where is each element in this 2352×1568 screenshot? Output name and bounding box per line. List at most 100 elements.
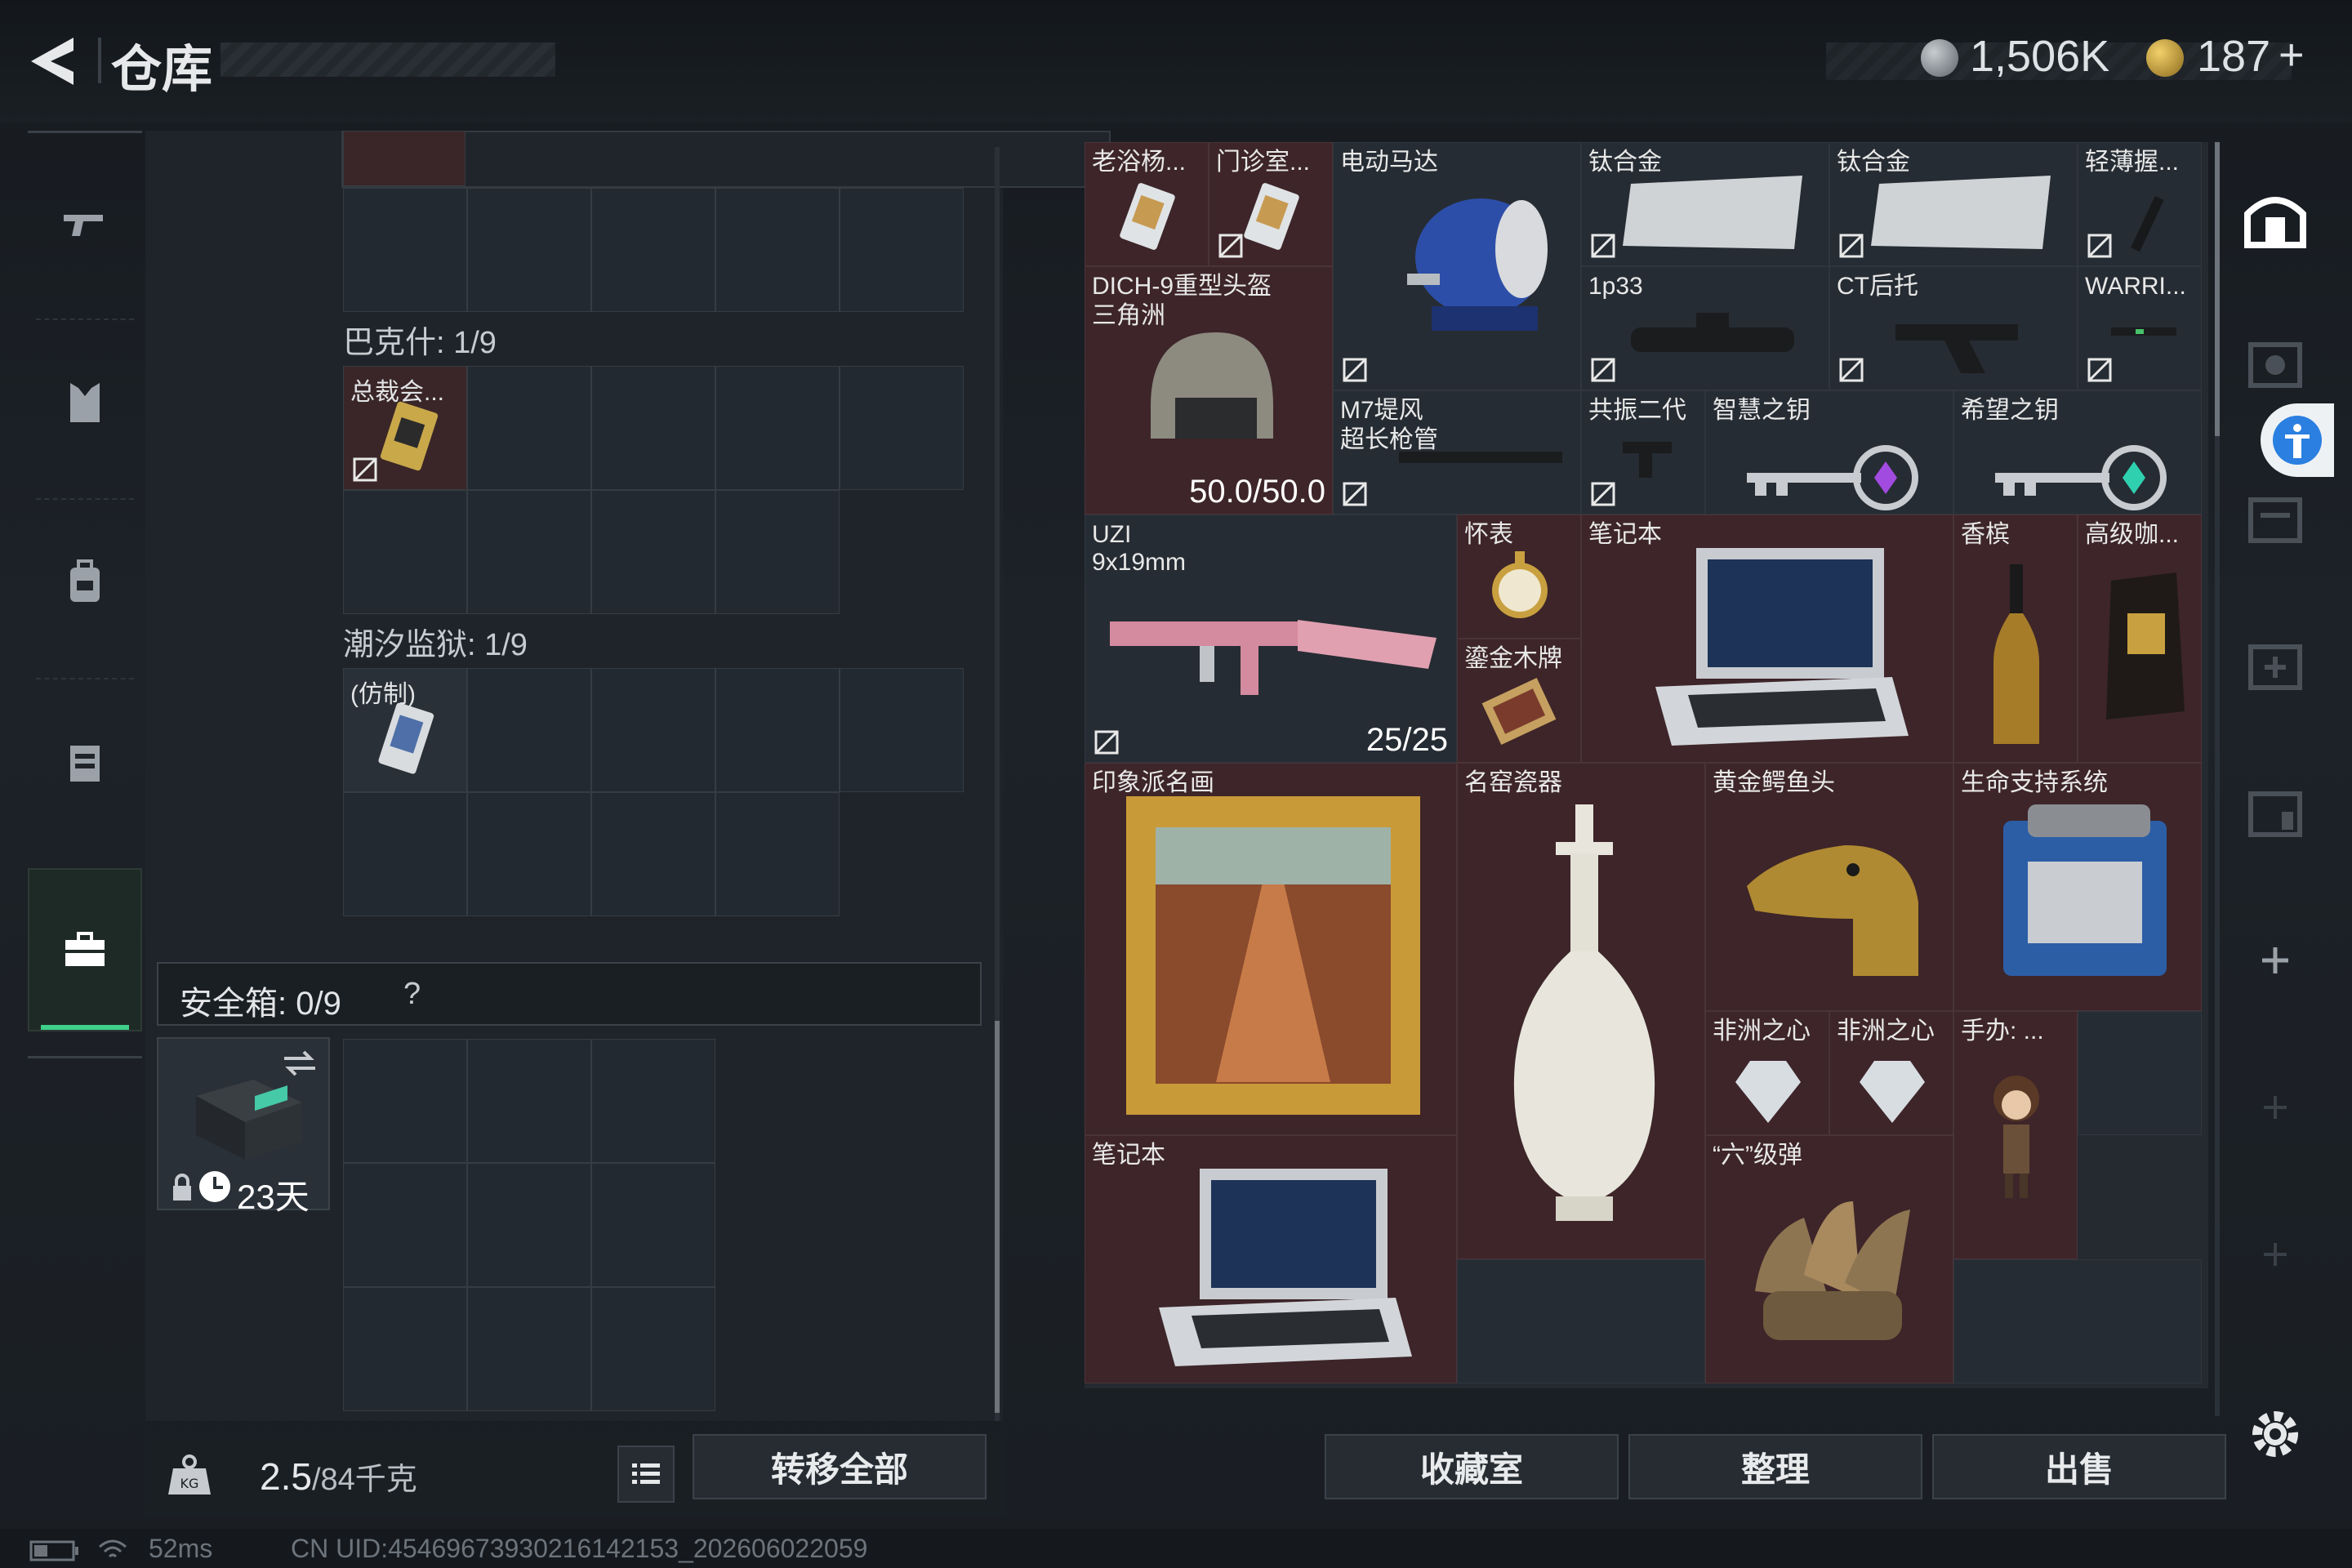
- sell-button[interactable]: 出售: [1932, 1434, 2226, 1499]
- item-champagne[interactable]: 香槟: [1953, 514, 2078, 763]
- item-figurine[interactable]: 手办: ...: [1953, 1011, 2078, 1259]
- top-item-slot[interactable]: [343, 131, 466, 186]
- armor-vest-icon: [70, 383, 100, 422]
- page-title: 仓库: [111, 42, 213, 98]
- item-titanium-alloy-2[interactable]: 钛合金: [1829, 142, 2078, 266]
- empty-slot[interactable]: [2078, 1011, 2202, 1135]
- item-bathhouse-card[interactable]: 老浴杨...: [1085, 142, 1209, 266]
- keycard-icon: [378, 702, 434, 774]
- motor-icon: [1407, 198, 1548, 331]
- svg-text:KG: KG: [180, 1476, 199, 1491]
- accessibility-button[interactable]: [2261, 403, 2334, 477]
- safe-box-grid: [343, 1039, 715, 1411]
- key-icon: [1747, 445, 1918, 510]
- item-pocket-watch[interactable]: 怀表: [1457, 514, 1581, 639]
- status-bar: 52ms CN UID:4546967393021614​2153_202606…: [0, 1529, 2352, 1568]
- tab-storage-4[interactable]: [2241, 632, 2310, 701]
- no-bind-icon: [1218, 234, 1243, 258]
- scrollbar-thumb[interactable]: [995, 1021, 1000, 1413]
- item-titanium-alloy-1[interactable]: 钛合金: [1581, 142, 1829, 266]
- back-button[interactable]: [24, 33, 90, 90]
- nav-backpack[interactable]: [28, 505, 142, 660]
- list-view-button[interactable]: [617, 1446, 675, 1503]
- tab-warehouse[interactable]: [2241, 183, 2310, 252]
- collection-room-button[interactable]: 收藏室: [1325, 1434, 1619, 1499]
- item-heart-of-africa-2[interactable]: 非洲之心: [1829, 1011, 1953, 1135]
- item-grade-six-bullet[interactable]: “六”级弹: [1705, 1135, 1953, 1383]
- add-currency-button[interactable]: +: [2278, 29, 2305, 80]
- storage-expansion-icon: [2248, 644, 2302, 690]
- nav-weapons[interactable]: [28, 145, 142, 301]
- watch-icon: [1492, 551, 1548, 618]
- add-storage-button[interactable]: [2241, 926, 2310, 995]
- nav-rig[interactable]: [28, 684, 142, 840]
- no-bind-icon: [1839, 234, 1864, 258]
- nav-armor[interactable]: [28, 325, 142, 480]
- empty-slot[interactable]: [1953, 1259, 2202, 1383]
- item-heart-of-africa-1[interactable]: 非洲之心: [1705, 1011, 1829, 1135]
- item-premium-coffee[interactable]: 高级咖...: [2078, 514, 2202, 763]
- item-gold-crocodile-head[interactable]: 黄金鳄鱼头: [1705, 763, 1953, 1011]
- tab-storage-3[interactable]: [2241, 485, 2310, 554]
- lock-icon: [173, 1174, 191, 1200]
- metal-plate-icon: [1623, 176, 1802, 249]
- tab-storage-5[interactable]: [2241, 779, 2310, 848]
- item-m7-barrel[interactable]: M7堤风 超长枪管: [1333, 390, 1581, 514]
- add-storage-button[interactable]: [2241, 1073, 2310, 1142]
- item-hope-key[interactable]: 希望之钥: [1953, 390, 2202, 514]
- barrel-icon: [1399, 452, 1562, 463]
- life-support-icon: [2003, 804, 2167, 976]
- storage-expansion-icon: [2248, 342, 2302, 388]
- item-1p33-scope[interactable]: 1p33: [1581, 266, 1829, 390]
- attachment-icon: [2111, 327, 2176, 336]
- scope-icon: [1631, 313, 1794, 352]
- item-warrior-attachment[interactable]: WARRI...: [2078, 266, 2202, 390]
- item-impressionist-painting[interactable]: 印象派名画: [1085, 763, 1457, 1135]
- keycard-icon: [1120, 183, 1175, 250]
- item-slot[interactable]: (仿制): [343, 668, 467, 792]
- settings-button[interactable]: [2241, 1400, 2310, 1468]
- list-icon: [632, 1463, 660, 1484]
- nav-case[interactable]: [28, 868, 142, 1031]
- safe-box-slot[interactable]: 23天: [157, 1037, 330, 1216]
- item-gilded-plaque[interactable]: 鎏金木牌: [1457, 639, 1581, 763]
- no-bind-icon: [1591, 234, 1615, 258]
- accessibility-icon: [2273, 416, 2322, 465]
- item-light-grip[interactable]: 轻薄握...: [2078, 142, 2202, 266]
- container-label-bakeshi: 巴克什: 1/9: [343, 326, 497, 360]
- briefcase-icon: [65, 932, 105, 966]
- item-clinic-card[interactable]: 门诊室...: [1209, 142, 1333, 266]
- item-uzi[interactable]: UZI 9x19mm 25/25: [1085, 514, 1457, 763]
- vase-icon: [1513, 804, 1655, 1221]
- safe-box-days: 23天: [237, 1178, 310, 1216]
- title-stripe: [220, 42, 555, 77]
- empty-slot[interactable]: [1457, 1259, 1705, 1383]
- currency-gold: 187: [2197, 32, 2271, 81]
- storage-expansion-icon: [2248, 497, 2302, 543]
- item-ct-stock[interactable]: CT后托: [1829, 266, 2078, 390]
- coffee-bag-icon: [2106, 572, 2185, 719]
- item-electric-motor[interactable]: 电动马达: [1333, 142, 1581, 390]
- item-resonance-2[interactable]: 共振二代: [1581, 390, 1705, 514]
- item-life-support-system[interactable]: 生命支持系统: [1953, 763, 2202, 1011]
- no-bind-icon: [1591, 358, 1615, 382]
- card-icon: [380, 401, 439, 471]
- item-laptop-1[interactable]: 笔记本: [1581, 514, 1953, 763]
- battery-icon: [29, 1540, 78, 1561]
- helmet-icon: [1151, 332, 1273, 439]
- storage-tabs: [2218, 142, 2334, 1530]
- item-slot[interactable]: 总裁会...: [343, 366, 467, 490]
- tab-storage-2[interactable]: [2241, 330, 2310, 399]
- add-storage-button[interactable]: [2241, 1220, 2310, 1289]
- title-divider: [98, 38, 101, 83]
- item-dich9-helmet[interactable]: DICH-9重型头盔 三角洲 50.0/50.0: [1085, 266, 1333, 514]
- back-arrow-icon: [31, 38, 74, 85]
- swap-icon[interactable]: [281, 1047, 318, 1080]
- safe-box-help-button[interactable]: ?: [403, 977, 421, 1012]
- item-wisdom-key[interactable]: 智慧之钥: [1705, 390, 1953, 514]
- no-bind-icon: [1343, 358, 1367, 382]
- item-laptop-2[interactable]: 笔记本: [1085, 1135, 1457, 1383]
- transfer-all-button[interactable]: 转移全部: [693, 1434, 987, 1499]
- organize-button[interactable]: 整理: [1628, 1434, 1922, 1499]
- item-famous-porcelain[interactable]: 名窑瓷器: [1457, 763, 1705, 1259]
